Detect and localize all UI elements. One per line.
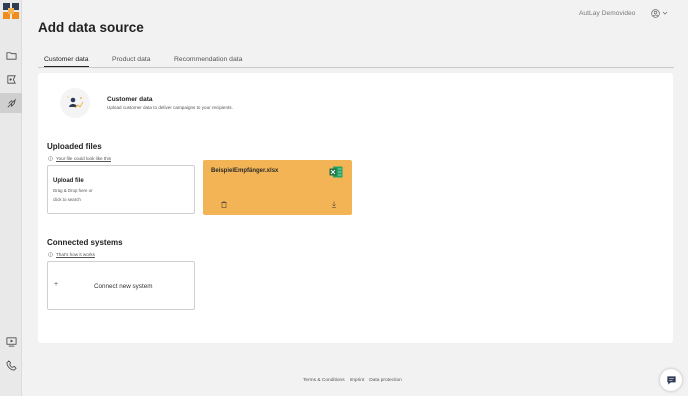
file-name: BeispielEmpfänger.xlsx xyxy=(211,168,279,174)
footer: Terms & Conditions Imprint Data protecti… xyxy=(303,378,402,383)
page-title: Add data source xyxy=(38,20,144,35)
sidebar-item-campaigns[interactable] xyxy=(0,69,22,89)
connect-new-system-label: Connect new system xyxy=(94,283,153,290)
uploaded-files-title: Uploaded files xyxy=(47,142,102,151)
chat-button[interactable] xyxy=(660,369,682,391)
megaphone-icon xyxy=(6,74,16,84)
tab-customer-data[interactable]: Customer data xyxy=(44,56,89,67)
tab-product-data[interactable]: Product data xyxy=(112,56,151,67)
user-avatar-icon[interactable] xyxy=(651,9,660,18)
upload-file-instruction-2: click to search xyxy=(53,197,81,202)
user-name[interactable]: AutLay Demovideo xyxy=(579,10,636,17)
footer-terms-link[interactable]: Terms & Conditions xyxy=(303,378,345,383)
uploaded-file-card[interactable]: BeispielEmpfänger.xlsx xyxy=(203,160,352,215)
connect-new-system-button[interactable]: + Connect new system xyxy=(47,261,195,310)
tab-bar: Customer data Product data Recommendatio… xyxy=(38,52,674,68)
sidebar xyxy=(0,0,22,396)
person-chart-icon xyxy=(67,96,84,109)
upload-file-instruction: Drag & Drop here or xyxy=(53,188,93,193)
chat-icon xyxy=(666,375,676,385)
customer-illustration xyxy=(60,88,90,118)
footer-privacy-link[interactable]: Data protection xyxy=(369,378,402,383)
upload-file-dropzone[interactable]: Upload file Drag & Drop here or click to… xyxy=(47,165,195,214)
sidebar-item-datasources[interactable] xyxy=(0,93,22,113)
tab-recommendation-data[interactable]: Recommendation data xyxy=(174,56,242,67)
rocket-icon xyxy=(7,97,16,107)
datasource-description: Upload customer data to deliver campaign… xyxy=(107,105,233,110)
datasource-title: Customer data xyxy=(107,96,153,103)
sidebar-item-folder[interactable] xyxy=(0,45,22,65)
folder-icon xyxy=(6,51,16,60)
connected-systems-hint[interactable]: That's how it works xyxy=(48,252,95,257)
chevron-down-icon[interactable] xyxy=(662,10,668,16)
excel-icon xyxy=(329,166,343,178)
app-logo[interactable] xyxy=(3,3,19,19)
upload-file-title: Upload file xyxy=(53,178,84,184)
uploaded-files-hint[interactable]: Your file could look like this xyxy=(48,156,111,161)
trash-icon[interactable] xyxy=(221,201,227,208)
sidebar-item-tutorials[interactable] xyxy=(0,331,22,351)
video-icon xyxy=(6,336,16,346)
sidebar-item-contact[interactable] xyxy=(0,355,22,375)
footer-imprint-link[interactable]: Imprint xyxy=(350,378,365,383)
file-example-link[interactable]: Your file could look like this xyxy=(56,156,111,161)
how-it-works-link[interactable]: That's how it works xyxy=(56,252,95,257)
info-icon xyxy=(48,252,53,257)
info-icon xyxy=(48,156,53,161)
plus-icon: + xyxy=(54,281,59,288)
connected-systems-title: Connected systems xyxy=(47,238,123,247)
phone-icon xyxy=(6,359,17,370)
download-icon[interactable] xyxy=(331,201,337,208)
